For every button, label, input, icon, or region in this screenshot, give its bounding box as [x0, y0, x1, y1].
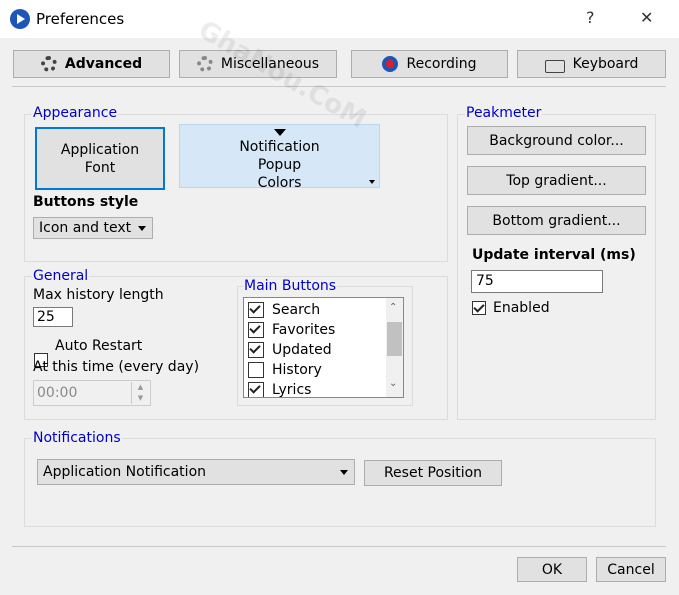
list-item-label: Updated [272, 342, 332, 358]
time-spinner[interactable]: 00:00 ▲ ▼ [33, 380, 151, 406]
help-button[interactable]: ? [586, 8, 595, 27]
buttons-style-label: Buttons style [33, 194, 139, 210]
divider [12, 546, 666, 547]
peakmeter-title: Peakmeter [465, 105, 543, 121]
chevron-down-icon [340, 470, 348, 475]
application-font-line1: Application [60, 141, 140, 158]
notification-line3: Colors [257, 175, 302, 188]
favorites-checkbox[interactable] [248, 322, 264, 338]
tab-miscellaneous[interactable]: Miscellaneous [179, 50, 337, 78]
chevron-down-icon[interactable]: ⌄ [389, 378, 397, 389]
triangle-down-icon [274, 129, 286, 136]
ok-button[interactable]: OK [517, 557, 587, 582]
spin-down-icon[interactable]: ▼ [131, 393, 149, 404]
auto-restart-label: Auto Restart [55, 338, 143, 354]
list-item-label: Lyrics [272, 382, 312, 398]
max-history-input[interactable]: 25 [33, 307, 73, 327]
list-scrollbar[interactable]: ⌃ ⌄ [386, 298, 403, 397]
tab-keyboard-label: Keyboard [572, 56, 639, 72]
history-checkbox[interactable] [248, 362, 264, 378]
background-color-button[interactable]: Background color... [467, 126, 646, 155]
application-font-button[interactable]: Application Font [35, 127, 165, 190]
appearance-title: Appearance [32, 105, 119, 121]
list-item-label: Search [272, 302, 321, 318]
notification-type-select[interactable]: Application Notification [37, 459, 355, 485]
small-dropdown-arrow-icon [369, 180, 375, 184]
close-button[interactable]: ✕ [640, 8, 653, 27]
list-item[interactable]: Search [248, 300, 320, 320]
bottom-gradient-button[interactable]: Bottom gradient... [467, 206, 646, 235]
peakmeter-group [457, 114, 656, 420]
tab-miscellaneous-label: Miscellaneous [220, 56, 320, 72]
keyboard-icon [544, 59, 565, 73]
notification-line2: Popup [257, 157, 302, 173]
tab-recording[interactable]: Recording [351, 50, 508, 78]
list-item[interactable]: Lyrics [248, 380, 312, 398]
tab-advanced-label: Advanced [64, 56, 143, 72]
enabled-label: Enabled [493, 300, 550, 316]
scrollbar-thumb[interactable] [387, 322, 402, 356]
main-buttons-title: Main Buttons [243, 278, 338, 294]
reset-position-button[interactable]: Reset Position [364, 460, 502, 486]
record-icon [382, 56, 399, 72]
list-item[interactable]: Updated [248, 340, 332, 360]
main-buttons-list[interactable]: Search Favorites Updated History Lyrics … [243, 297, 404, 398]
tab-keyboard[interactable]: Keyboard [517, 50, 666, 78]
title-bar: Preferences ? ✕ [0, 0, 679, 38]
at-this-time-label: At this time (every day) [33, 359, 200, 375]
general-title: General [32, 268, 90, 284]
enabled-checkbox[interactable] [472, 301, 486, 315]
list-item-label: History [272, 362, 322, 378]
notifications-title: Notifications [32, 430, 122, 446]
gear-icon [196, 56, 213, 72]
tab-recording-label: Recording [406, 56, 477, 72]
buttons-style-value: Icon and text [39, 220, 132, 236]
top-gradient-button[interactable]: Top gradient... [467, 166, 646, 195]
notification-popup-colors-button[interactable]: Notification Popup Colors [179, 124, 380, 188]
divider [12, 86, 666, 87]
chevron-up-icon[interactable]: ⌃ [389, 302, 397, 313]
app-logo-icon [10, 9, 30, 29]
list-item[interactable]: History [248, 360, 322, 380]
lyrics-checkbox[interactable] [248, 382, 264, 397]
list-item-label: Favorites [272, 322, 336, 338]
application-font-line2: Font [84, 159, 116, 176]
chevron-down-icon [138, 226, 146, 231]
gear-icon [40, 56, 57, 72]
list-item[interactable]: Favorites [248, 320, 335, 340]
cancel-button[interactable]: Cancel [596, 557, 666, 582]
updated-checkbox[interactable] [248, 342, 264, 358]
update-interval-input[interactable]: 75 [471, 270, 603, 293]
max-history-label: Max history length [33, 287, 164, 303]
buttons-style-select[interactable]: Icon and text [33, 217, 153, 239]
search-checkbox[interactable] [248, 302, 264, 318]
spin-up-icon[interactable]: ▲ [131, 382, 149, 393]
update-interval-label: Update interval (ms) [472, 247, 636, 263]
tab-advanced[interactable]: Advanced [13, 50, 170, 78]
time-value: 00:00 [37, 385, 78, 401]
notification-line1: Notification [239, 139, 320, 155]
notification-type-value: Application Notification [43, 464, 207, 480]
window-title: Preferences [36, 10, 125, 28]
